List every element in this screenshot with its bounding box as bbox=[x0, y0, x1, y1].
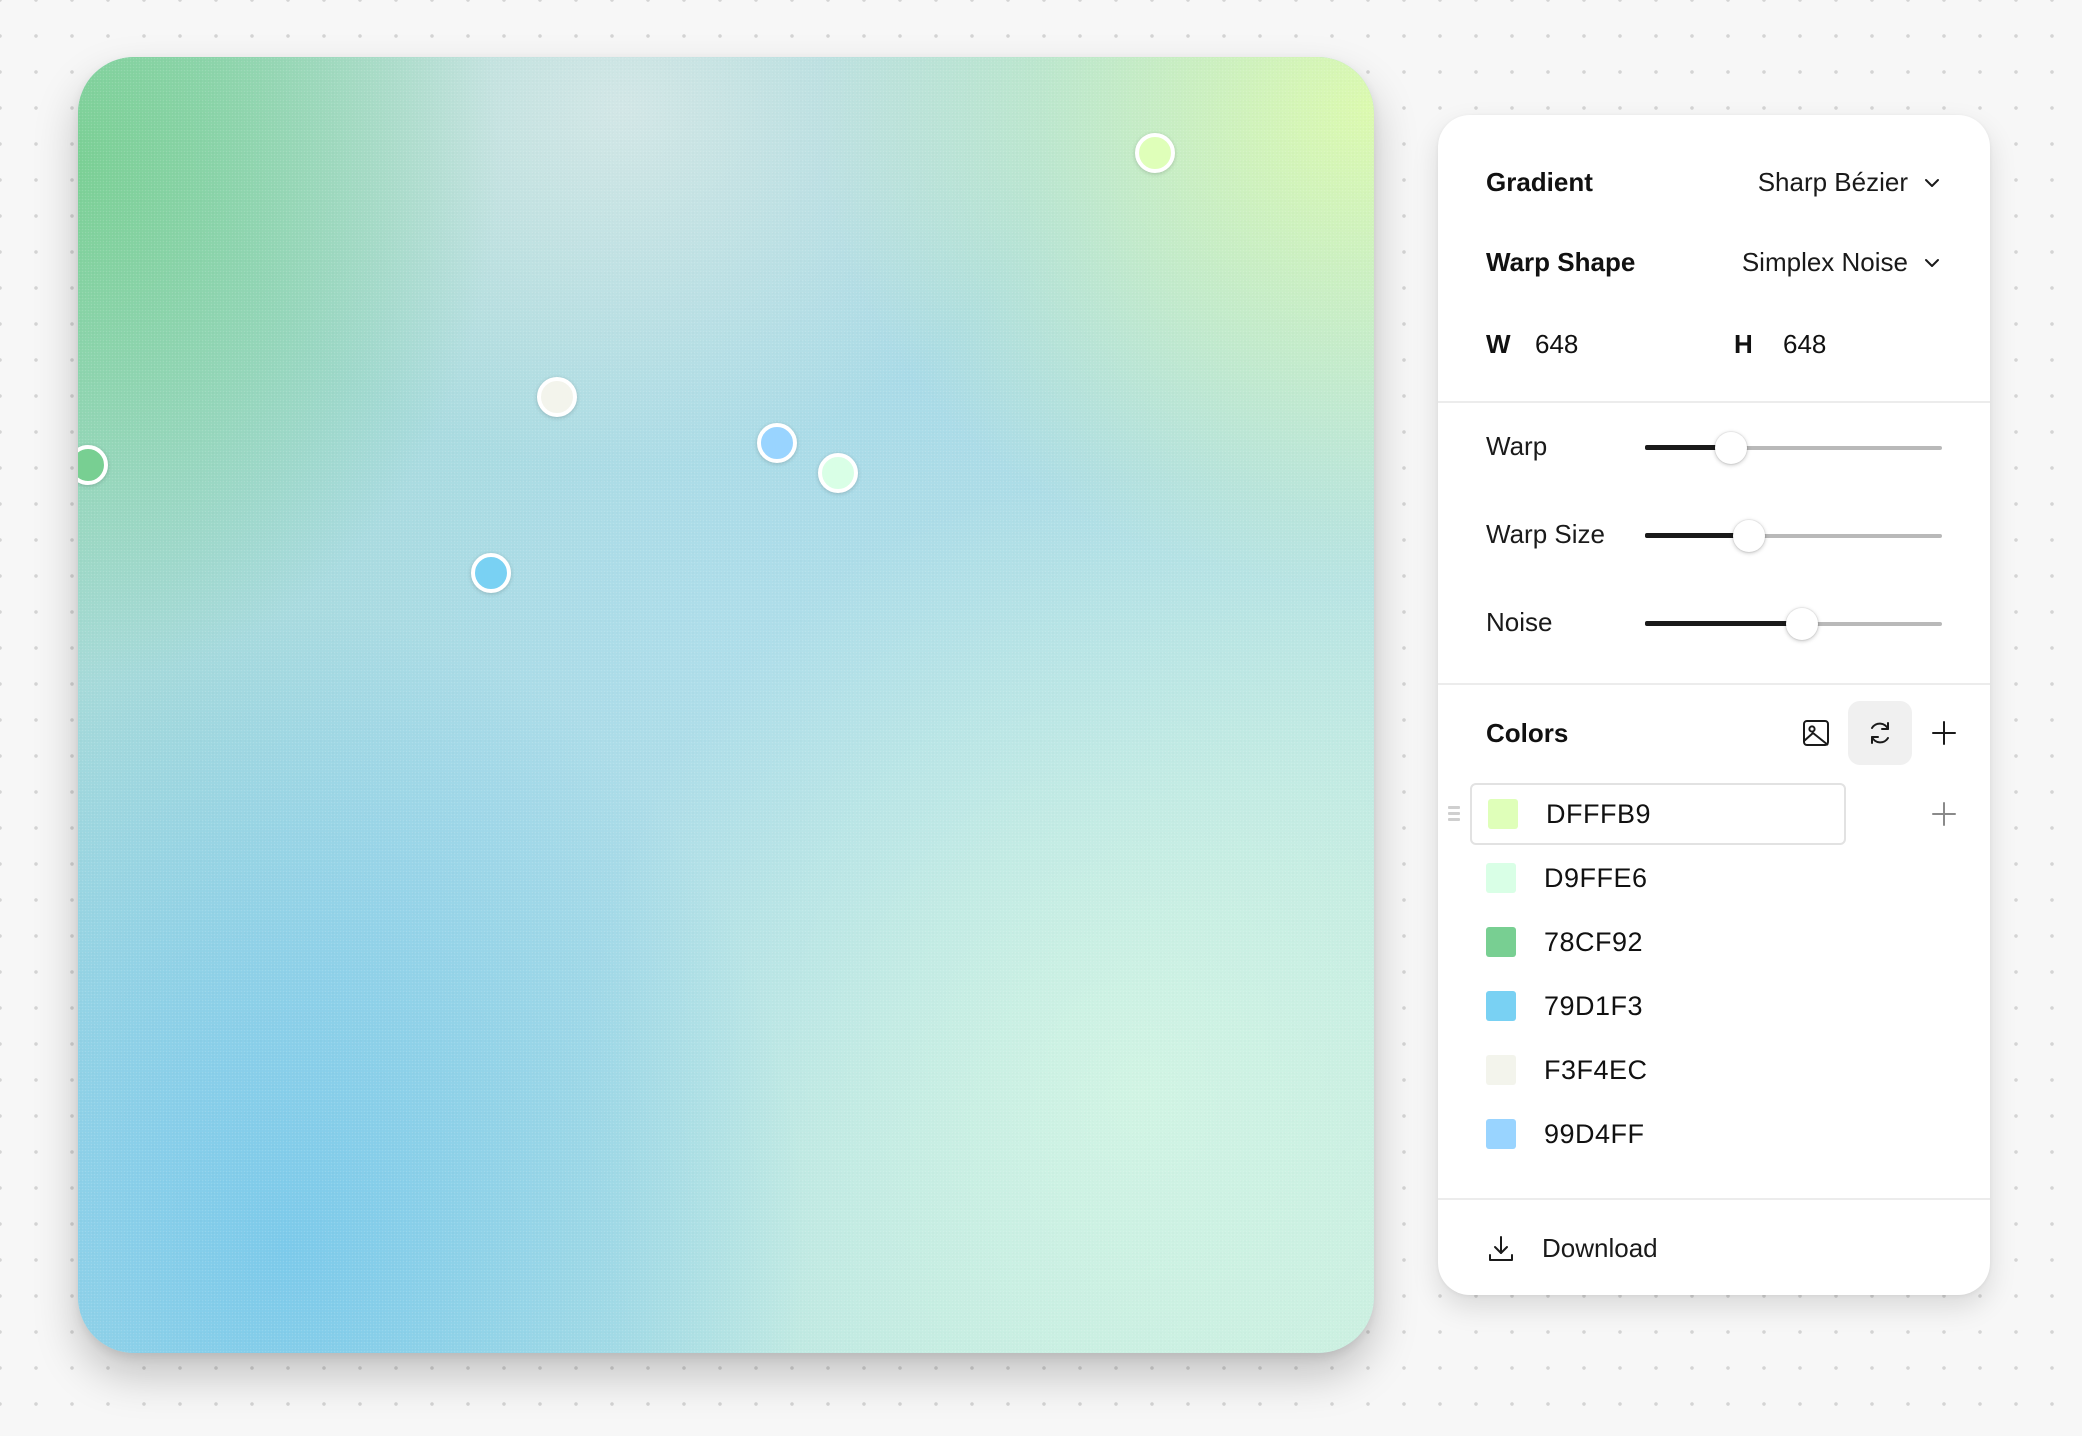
download-button[interactable]: Download bbox=[1486, 1233, 1658, 1264]
control-panel: Gradient Sharp Bézier Warp Shape Simplex… bbox=[1438, 115, 1990, 1295]
insert-color-button[interactable] bbox=[1912, 783, 1976, 845]
drag-handle-icon[interactable] bbox=[1448, 803, 1460, 825]
color-hex[interactable]: 99D4FF bbox=[1544, 1119, 1645, 1150]
color-hex[interactable]: 78CF92 bbox=[1544, 927, 1643, 958]
slider-fill bbox=[1645, 621, 1803, 626]
color-swatch[interactable] bbox=[1486, 1119, 1516, 1149]
image-icon bbox=[1803, 720, 1829, 746]
handle-f3f4ec[interactable] bbox=[537, 377, 577, 417]
refresh-icon bbox=[1871, 722, 1889, 744]
size-row: W 648 H 648 bbox=[1438, 323, 1990, 363]
slider-thumb[interactable] bbox=[1715, 432, 1748, 464]
add-color-button[interactable] bbox=[1912, 701, 1976, 765]
warp-shape-label: Warp Shape bbox=[1486, 247, 1636, 277]
warp-shape-value: Simplex Noise bbox=[1741, 247, 1908, 277]
slider-thumb[interactable] bbox=[1786, 608, 1819, 640]
color-swatch[interactable] bbox=[1486, 1055, 1516, 1085]
color-swatch[interactable] bbox=[1486, 863, 1516, 893]
colors-title: Colors bbox=[1486, 718, 1569, 748]
width-label: W bbox=[1486, 329, 1511, 359]
gradient-label: Gradient bbox=[1486, 167, 1593, 197]
noise-slider[interactable] bbox=[1645, 604, 1942, 644]
divider bbox=[1438, 401, 1990, 403]
warp-size-slider[interactable] bbox=[1645, 516, 1942, 556]
color-item[interactable]: 79D1F3 bbox=[1470, 975, 1846, 1037]
divider bbox=[1438, 683, 1990, 685]
noise-label: Noise bbox=[1486, 607, 1553, 637]
color-hex[interactable]: D9FFE6 bbox=[1544, 863, 1648, 894]
handle-d9ffe6[interactable] bbox=[818, 453, 858, 493]
grain-overlay bbox=[78, 57, 1374, 1353]
color-item[interactable]: 99D4FF bbox=[1470, 1103, 1846, 1165]
color-hex[interactable]: F3F4EC bbox=[1544, 1055, 1648, 1086]
warp-slider[interactable] bbox=[1645, 428, 1942, 468]
color-item[interactable]: DFFFB9 bbox=[1470, 783, 1846, 845]
download-label: Download bbox=[1542, 1233, 1658, 1263]
gradient-value: Sharp Bézier bbox=[1757, 167, 1908, 197]
slider-thumb[interactable] bbox=[1732, 520, 1765, 552]
height-label: H bbox=[1734, 329, 1753, 359]
warp-shape-row: Warp Shape Simplex Noise bbox=[1438, 243, 1990, 283]
color-item[interactable]: F3F4EC bbox=[1470, 1039, 1846, 1101]
divider bbox=[1438, 1198, 1990, 1200]
color-swatch[interactable] bbox=[1486, 991, 1516, 1021]
chevron-down-icon bbox=[1925, 258, 1939, 267]
height-input[interactable]: 648 bbox=[1783, 329, 1826, 360]
width-input[interactable]: 648 bbox=[1535, 329, 1578, 360]
chevron-down-icon bbox=[1925, 178, 1939, 187]
color-item[interactable]: D9FFE6 bbox=[1470, 847, 1846, 909]
warp-label: Warp bbox=[1486, 431, 1548, 461]
image-button[interactable] bbox=[1784, 701, 1848, 765]
handle-79d1f3[interactable] bbox=[471, 553, 511, 593]
warp-size-label: Warp Size bbox=[1486, 519, 1605, 549]
color-hex[interactable]: 79D1F3 bbox=[1544, 991, 1643, 1022]
handle-dfffb9[interactable] bbox=[1135, 133, 1175, 173]
color-hex[interactable]: DFFFB9 bbox=[1546, 799, 1651, 830]
gradient-select[interactable]: Sharp Bézier bbox=[1758, 167, 1942, 198]
download-icon bbox=[1489, 1235, 1513, 1261]
color-item[interactable]: 78CF92 bbox=[1470, 911, 1846, 973]
gradient-canvas[interactable] bbox=[78, 57, 1374, 1353]
gradient-row: Gradient Sharp Bézier bbox=[1438, 163, 1990, 203]
handle-99d4ff[interactable] bbox=[757, 423, 797, 463]
plus-icon bbox=[1932, 802, 1956, 826]
plus-icon bbox=[1932, 721, 1956, 745]
shuffle-colors-button[interactable] bbox=[1848, 701, 1912, 765]
color-swatch[interactable] bbox=[1486, 927, 1516, 957]
warp-shape-select[interactable]: Simplex Noise bbox=[1742, 247, 1942, 278]
color-swatch[interactable] bbox=[1488, 799, 1518, 829]
